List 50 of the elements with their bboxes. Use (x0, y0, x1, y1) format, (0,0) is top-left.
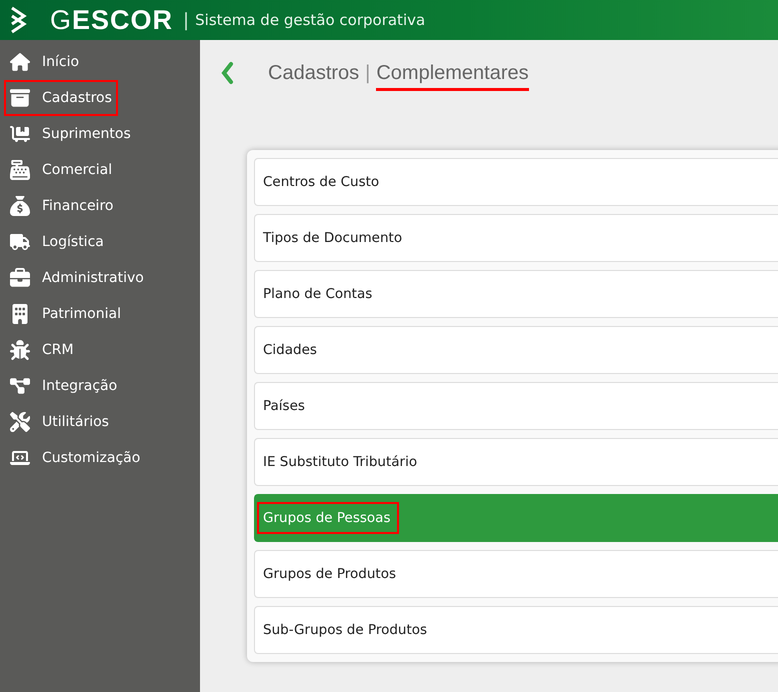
list-item-label: Países (263, 398, 305, 414)
briefcase-icon (10, 268, 30, 288)
list-item-label: Grupos de Produtos (263, 566, 396, 582)
list-item-label: Cidades (263, 342, 317, 358)
brand-name: GESCOR (50, 4, 174, 36)
list-item[interactable]: Grupos de Pessoas (254, 494, 778, 542)
list-item[interactable]: Tipos de Documento (254, 214, 778, 262)
breadcrumb-parent[interactable]: Cadastros (268, 62, 360, 84)
money-bag-icon (10, 196, 30, 216)
list-item[interactable]: Grupos de Produtos (254, 550, 778, 598)
home-icon (10, 52, 30, 72)
back-icon[interactable] (220, 61, 234, 85)
laptop-code-icon (10, 448, 30, 468)
list-item-label: Sub-Grupos de Produtos (263, 622, 428, 638)
list-item-label: IE Substituto Tributário (263, 454, 418, 470)
sidebar-item[interactable]: Início (4, 44, 86, 80)
truck-icon (10, 232, 30, 252)
list-item[interactable]: Países (254, 382, 778, 430)
archive-icon (10, 88, 30, 108)
sidebar-item[interactable]: Suprimentos (4, 116, 137, 152)
app-subtitle: Sistema de gestão corporativa (195, 11, 426, 29)
bug-icon (10, 340, 30, 360)
tools-icon (10, 412, 30, 432)
sidebar-item[interactable]: Financeiro (4, 188, 120, 224)
sidebar-item[interactable]: Comercial (4, 152, 118, 188)
list-item[interactable]: IE Substituto Tributário (254, 438, 778, 486)
sidebar-item[interactable]: Integração (4, 368, 124, 404)
list-item[interactable]: Plano de Contas (254, 270, 778, 318)
sidebar-item[interactable]: Customização (4, 440, 146, 476)
header-separator: | (183, 10, 190, 30)
list-item-label: Tipos de Documento (263, 230, 402, 246)
sidebar-item[interactable]: CRM (4, 332, 80, 368)
list-item-label: Grupos de Pessoas (259, 504, 396, 532)
sidebar-item[interactable]: Utilitários (4, 404, 115, 440)
breadcrumb-separator: | (365, 62, 370, 84)
sidebar-item[interactable]: Cadastros (4, 80, 118, 116)
list-item[interactable]: Centros de Custo (254, 158, 778, 206)
list-item[interactable]: Sub-Grupos de Produtos (254, 606, 778, 654)
breadcrumb-current: Complementares (376, 62, 529, 90)
sidebar-item[interactable]: Logística (4, 224, 110, 260)
cart-icon (10, 124, 30, 144)
building-icon (10, 304, 30, 324)
logo-icon (10, 6, 28, 34)
list-item-label: Plano de Contas (263, 286, 372, 302)
sidebar-item[interactable]: Patrimonial (4, 296, 127, 332)
list-item[interactable]: Cidades (254, 326, 778, 374)
sidebar-item[interactable]: Administrativo (4, 260, 150, 296)
diagram-icon (10, 376, 30, 396)
list-item-label: Centros de Custo (263, 174, 380, 190)
cash-register-icon (10, 160, 30, 180)
